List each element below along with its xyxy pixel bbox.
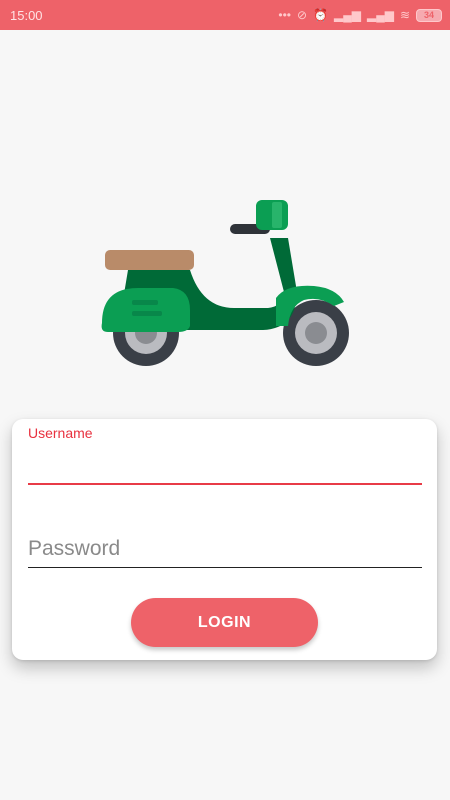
- login-button[interactable]: LOGIN: [131, 598, 318, 647]
- more-icon: •••: [278, 8, 291, 22]
- signal-icon: ▂▄▆: [366, 8, 394, 22]
- wifi-icon: ≋: [399, 8, 410, 22]
- battery-level: 34: [423, 10, 434, 20]
- status-bar: 15:00 ••• ⊘ ⏰ ▂▄▆ ▂▄▆ ≋ 34: [0, 0, 450, 30]
- login-card: Username LOGIN: [12, 419, 437, 660]
- battery-icon: 34: [416, 8, 442, 22]
- status-icons: ••• ⊘ ⏰ ▂▄▆ ▂▄▆ ≋ 34: [278, 8, 442, 22]
- username-input[interactable]: [28, 447, 422, 485]
- signal-icon: ▂▄▆: [334, 8, 361, 22]
- scooter-icon: [101, 200, 349, 366]
- username-label: Username: [28, 425, 93, 441]
- status-time: 15:00: [10, 7, 43, 23]
- password-input[interactable]: [28, 531, 422, 568]
- alarm-icon: ⏰: [313, 8, 328, 22]
- alarm-off-icon: ⊘: [296, 8, 308, 22]
